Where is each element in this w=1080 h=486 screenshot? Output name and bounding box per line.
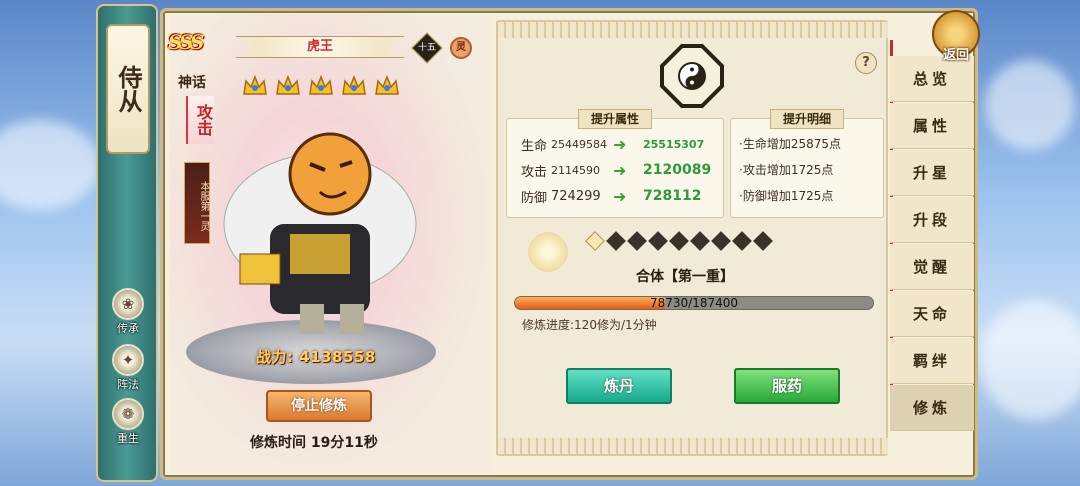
stat-after: 25515307 xyxy=(643,137,705,151)
back-label[interactable]: 返回 xyxy=(934,44,978,63)
formation-icon: ✦ xyxy=(112,344,144,376)
stage-diamond-icon xyxy=(669,231,689,251)
left-sidebar: 侍从 ❀ 传承 ✦ 阵法 ❁ 重生 xyxy=(96,4,158,482)
tab-4[interactable]: 觉醒 xyxy=(890,244,974,290)
stats-card-title: 提升属性 xyxy=(577,109,653,129)
training-time: 修炼时间 19分11秒 xyxy=(250,435,378,451)
stat-before: 25449584 xyxy=(551,137,607,151)
fret-border-bottom xyxy=(496,438,888,454)
star-crowns xyxy=(242,74,400,98)
cloud-decoration xyxy=(985,60,1075,150)
stat-row-attack: 攻击 2114590 ➜ 2120089 xyxy=(521,159,711,181)
crown-icon xyxy=(308,74,334,98)
stage-diamond-icon xyxy=(732,231,752,251)
sidebar-title: 侍从 xyxy=(114,65,143,113)
combat-power: 战力: 4138558 xyxy=(256,348,376,366)
stop-training-button[interactable]: 停止修炼 xyxy=(266,390,372,422)
tab-7[interactable]: 修炼 xyxy=(890,385,974,431)
bagua-icon xyxy=(660,44,724,108)
stage-diamond-icon xyxy=(711,231,731,251)
stat-row-hp: 生命 25449584 ➜ 25515307 xyxy=(521,133,704,155)
element-badge: 灵 xyxy=(450,37,472,59)
stage-diamond-icon xyxy=(606,231,626,251)
formation-button[interactable]: ✦ 阵法 xyxy=(106,344,150,396)
fret-border-top xyxy=(496,22,888,38)
stage-diamond-icon xyxy=(690,231,710,251)
take-medicine-button[interactable]: 服药 xyxy=(734,368,840,404)
cloud-decoration xyxy=(980,300,1080,420)
stage-diamond-icon xyxy=(753,231,773,251)
cultivation-orb-icon xyxy=(528,232,568,272)
stat-row-defense: 防御 724299 ➜ 728112 xyxy=(521,185,701,207)
arrow-right-icon: ➜ xyxy=(613,134,627,154)
crown-icon xyxy=(275,74,301,98)
stage-diamond-icon xyxy=(585,231,605,251)
tab-rail: 总览 属性 升星 升段 觉醒 天命 羁绊 修炼 xyxy=(890,56,974,440)
cultivation-rate: 修炼进度:120修为/1分钟 xyxy=(522,318,657,332)
progress-label: 78730/187400 xyxy=(649,296,739,310)
stage-diamond-icon xyxy=(627,231,647,251)
crown-icon xyxy=(341,74,367,98)
cultivation-stage: 合体【第一重】 xyxy=(636,269,734,285)
alchemy-button[interactable]: 炼丹 xyxy=(566,368,672,404)
stat-after: 728112 xyxy=(643,188,702,204)
grade-badge: SSS xyxy=(168,30,204,54)
stats-card: 提升属性 生命 25449584 ➜ 25515307 攻击 2114590 ➜… xyxy=(506,109,724,218)
stage-diamonds xyxy=(585,231,773,251)
stage-diamond-icon xyxy=(648,231,668,251)
inherit-button[interactable]: ❀ 传承 xyxy=(106,288,150,340)
details-card: 提升明细 ·生命增加25875点 ·攻击增加1725点 ·防御增加1725点 xyxy=(730,109,884,218)
detail-row: ·攻击增加1725点 xyxy=(739,163,834,177)
detail-row: ·防御增加1725点 xyxy=(739,189,834,203)
help-icon[interactable]: ? xyxy=(855,52,877,74)
tier-label: 神话 xyxy=(178,75,206,91)
arrow-right-icon: ➜ xyxy=(613,160,627,180)
tab-1[interactable]: 属性 xyxy=(890,103,974,149)
sidebar-title-scroll: 侍从 xyxy=(106,24,150,154)
crown-icon xyxy=(374,74,400,98)
level-text: 十五 xyxy=(417,43,436,53)
detail-row: ·生命增加25875点 xyxy=(739,137,841,151)
stat-before: 724299 xyxy=(551,188,601,204)
crown-icon xyxy=(242,74,268,98)
tab-3[interactable]: 升段 xyxy=(890,197,974,243)
details-card-title: 提升明细 xyxy=(769,109,845,129)
rebirth-button[interactable]: ❁ 重生 xyxy=(106,398,150,450)
inherit-label: 传承 xyxy=(117,322,139,335)
tab-5[interactable]: 天命 xyxy=(890,291,974,337)
tab-2[interactable]: 升星 xyxy=(890,150,974,196)
stat-before: 2114590 xyxy=(551,163,600,177)
rebirth-icon: ❁ xyxy=(112,398,144,430)
lotus-icon: ❀ xyxy=(112,288,144,320)
stat-name: 生命 xyxy=(521,138,548,154)
stat-name: 攻击 xyxy=(521,164,548,180)
tiger-king-figure xyxy=(200,104,440,344)
arrow-right-icon: ➜ xyxy=(613,186,627,206)
hero-name: 虎王 xyxy=(236,36,404,58)
cloud-decoration xyxy=(0,120,100,210)
formation-label: 阵法 xyxy=(117,378,139,391)
stat-name: 防御 xyxy=(521,190,548,206)
stat-after: 2120089 xyxy=(643,162,712,178)
rebirth-label: 重生 xyxy=(117,432,139,445)
tab-6[interactable]: 羁绊 xyxy=(890,338,974,384)
